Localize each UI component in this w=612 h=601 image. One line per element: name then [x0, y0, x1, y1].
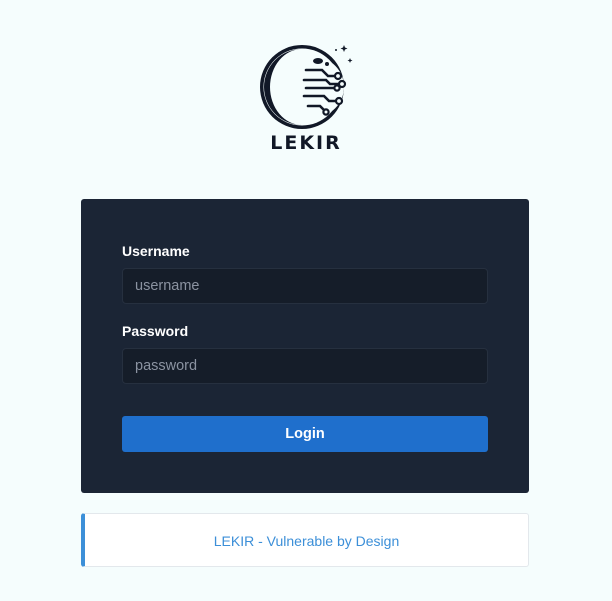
username-input[interactable] — [122, 268, 488, 304]
footer-banner: LEKIR - Vulnerable by Design — [81, 513, 529, 567]
brand-logo: LEKIR — [0, 40, 612, 154]
brand-name: LEKIR — [270, 132, 342, 154]
password-input[interactable] — [122, 348, 488, 384]
login-card: Username Password Login — [81, 199, 529, 493]
crescent-moon-circuit-logo-icon — [260, 45, 353, 129]
username-label: Username — [122, 243, 190, 259]
password-label: Password — [122, 323, 189, 339]
login-button[interactable]: Login — [122, 416, 488, 452]
footer-text: LEKIR - Vulnerable by Design — [213, 533, 400, 549]
